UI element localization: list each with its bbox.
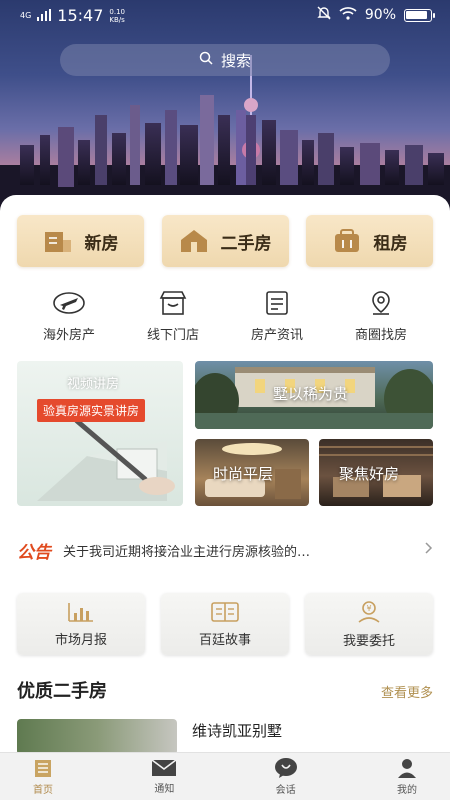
news-icon <box>266 291 288 315</box>
category-news[interactable]: 房产资讯 <box>225 290 329 343</box>
chevron-right-icon <box>425 542 433 558</box>
status-right: 90% <box>317 6 435 24</box>
notice-text: 关于我司近期将接洽业主进行房源核验的… <box>63 544 311 560</box>
wifi-icon <box>339 6 357 24</box>
section-title: 优质二手房 <box>17 681 107 702</box>
tile-story-label: 百廷故事 <box>198 632 251 648</box>
network-speed-unit: KB/s <box>109 15 125 24</box>
notice-tag: 公告 <box>17 542 51 563</box>
status-bar: 4G 15:47 0.10 KB/s 90% <box>0 0 450 30</box>
user-icon <box>397 759 416 778</box>
nav-home[interactable]: 首页 <box>18 753 68 800</box>
second-hand-house-icon <box>179 228 209 254</box>
nav-chat-label: 会话 <box>275 785 296 796</box>
category-district[interactable]: 商圈找房 <box>329 290 433 343</box>
battery-percent: 90% <box>364 7 396 23</box>
status-time: 15:47 <box>57 6 104 25</box>
banner-video-tour[interactable]: 视频讲房 验真房源实景讲房 <box>17 361 183 506</box>
tab-rent-label: 租房 <box>373 233 408 254</box>
feature-tiles: 市场月报 百廷故事 ¥ 我要委托 <box>17 593 433 655</box>
entrust-icon: ¥ <box>358 600 380 623</box>
mail-icon <box>151 759 177 776</box>
battery-icon <box>404 8 435 22</box>
tile-story[interactable]: 百廷故事 <box>161 593 289 655</box>
category-district-label: 商圈找房 <box>354 328 407 343</box>
tile-entrust-label: 我要委托 <box>342 633 395 649</box>
bottom-navigation: 首页 通知 会话 我的 <box>0 752 450 800</box>
nav-home-label: 首页 <box>33 785 53 796</box>
network-indicator: 4G <box>20 11 32 20</box>
network-speed: 0.10 KB/s <box>109 8 125 24</box>
tab-rent[interactable]: 租房 <box>306 215 433 267</box>
main-tabs: 新房 二手房 租房 <box>17 215 433 267</box>
category-overseas-label: 海外房产 <box>42 328 95 343</box>
status-left: 4G 15:47 0.10 KB/s <box>20 6 125 25</box>
signal-icon <box>37 7 52 25</box>
banner-villa-text: 墅以稀为贵 <box>273 385 349 403</box>
banner-flat-text: 时尚平层 <box>213 465 274 483</box>
banner-flat[interactable]: 时尚平层 <box>195 439 309 506</box>
tab-new-house[interactable]: 新房 <box>17 215 144 267</box>
category-news-label: 房产资讯 <box>250 328 303 343</box>
tile-entrust[interactable]: ¥ 我要委托 <box>305 593 433 655</box>
banner-grid: 视频讲房 验真房源实景讲房 墅以稀为贵 时尚平层 聚焦好房 <box>17 361 433 506</box>
search-icon <box>199 51 213 69</box>
network-speed-value: 0.10 <box>109 7 125 16</box>
banner-good-text: 聚焦好房 <box>339 465 400 483</box>
see-more-link[interactable]: 查看更多 <box>381 682 433 701</box>
banner-villa[interactable]: 墅以稀为贵 <box>195 361 433 429</box>
nav-notify-label: 通知 <box>154 784 175 795</box>
chart-icon <box>68 602 93 622</box>
location-pin-icon <box>372 291 390 315</box>
city-skyline-image <box>0 55 450 215</box>
nav-chat[interactable]: 会话 <box>261 753 311 800</box>
chat-bubble-icon <box>274 758 297 778</box>
listing-thumbnail <box>17 719 177 755</box>
svg-text:¥: ¥ <box>366 604 371 613</box>
book-icon <box>211 601 239 622</box>
store-icon <box>159 291 187 315</box>
tile-market-report-label: 市场月报 <box>54 632 107 648</box>
rent-icon <box>332 228 362 254</box>
category-store[interactable]: 线下门店 <box>121 290 225 343</box>
home-icon <box>35 760 51 777</box>
plane-icon <box>53 292 85 314</box>
nav-notify[interactable]: 通知 <box>139 753 189 800</box>
tab-second-hand[interactable]: 二手房 <box>161 215 289 267</box>
section-header: 优质二手房 查看更多 <box>17 677 433 703</box>
listing-item[interactable]: 维诗凯亚别墅 <box>17 715 433 755</box>
tab-new-house-label: 新房 <box>84 233 119 254</box>
notice-bar[interactable]: 公告 关于我司近期将接洽业主进行房源核验的… <box>17 535 433 565</box>
home-content-card: 新房 二手房 租房 海外房产 线下门店 房产资讯 商圈找房 视频讲房 验真房源实… <box>0 195 450 755</box>
nav-mine-label: 我的 <box>396 785 417 796</box>
new-house-icon <box>43 228 73 254</box>
category-row: 海外房产 线下门店 房产资讯 商圈找房 <box>17 290 433 343</box>
banner-video-badge: 验真房源实景讲房 <box>37 399 146 422</box>
category-overseas[interactable]: 海外房产 <box>17 290 121 343</box>
tab-second-hand-label: 二手房 <box>220 233 272 254</box>
category-store-label: 线下门店 <box>146 328 199 343</box>
mute-icon <box>317 6 331 24</box>
tile-market-report[interactable]: 市场月报 <box>17 593 145 655</box>
search-bar[interactable]: 搜索 <box>60 44 390 76</box>
banner-good-house[interactable]: 聚焦好房 <box>319 439 433 506</box>
nav-mine[interactable]: 我的 <box>382 753 432 800</box>
banner-video-title: 视频讲房 <box>67 377 120 392</box>
hero-banner: 4G 15:47 0.10 KB/s 90% 搜索 <box>0 0 450 215</box>
listing-name: 维诗凯亚别墅 <box>192 722 283 740</box>
search-placeholder: 搜索 <box>220 51 251 70</box>
